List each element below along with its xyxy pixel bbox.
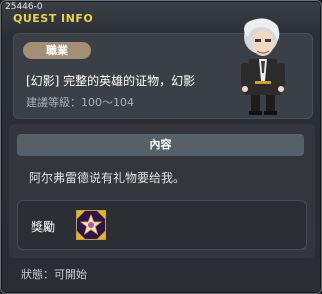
- quest-name: [幻影] 完整的英雄的证物，幻影: [26, 74, 196, 88]
- quest-id: 25446-0: [5, 2, 43, 12]
- quest-content-panel: 內容 阿尔弗雷德说有礼物要给我。 獎勵: [8, 123, 316, 259]
- quest-status: 狀態：可開始: [21, 268, 87, 281]
- quest-info-window: 25446-0 QUEST INFO 職業 [幻影] 完整的英雄的证物，幻影 建…: [0, 0, 322, 294]
- content-text: 阿尔弗雷德说有礼物要给我。: [29, 171, 186, 185]
- npc-portrait-icon: [241, 18, 285, 115]
- window-title: QUEST INFO: [13, 12, 94, 25]
- content-header: 內容: [17, 134, 304, 156]
- reward-label: 獎勵: [31, 220, 56, 234]
- recommended-level: 建議等級：100～104: [26, 96, 134, 109]
- star-item-icon[interactable]: [76, 210, 106, 240]
- job-badge: 職業: [23, 42, 91, 59]
- reward-box: 獎勵: [17, 200, 307, 250]
